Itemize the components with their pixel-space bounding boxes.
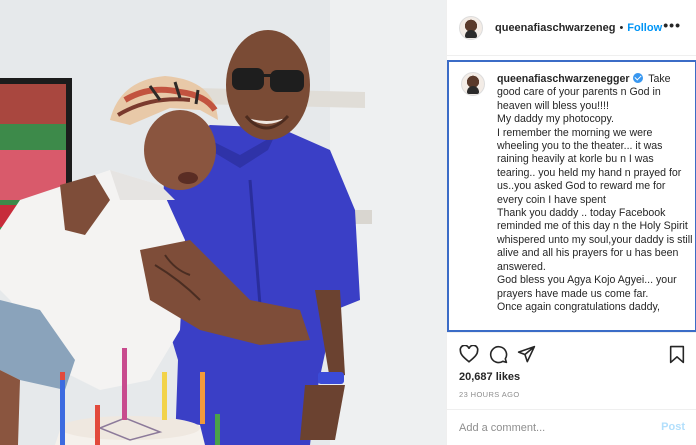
caption-line: I remember the morning we were wheeling … xyxy=(497,126,682,206)
caption-username[interactable]: queenafiaschwarzenegger xyxy=(497,73,629,85)
post-photo[interactable] xyxy=(0,0,446,445)
share-icon[interactable] xyxy=(517,345,536,364)
caption-text: queenafiaschwarzenegger Take good care o… xyxy=(497,73,693,314)
more-icon[interactable]: ••• xyxy=(663,18,681,32)
bookmark-icon[interactable] xyxy=(669,345,685,364)
likes-count[interactable]: 20,687 likes xyxy=(459,371,520,383)
comment-icon[interactable] xyxy=(489,345,508,364)
post-sidebar: queenafiaschwarzeneg • Follow ••• queena… xyxy=(446,0,696,445)
caption-line: God bless you Agya Kojo Agyei... your pr… xyxy=(497,274,677,300)
caption-line: Thank you daddy .. today Facebook remind… xyxy=(497,207,693,273)
post-actions: 20,687 likes 23 HOURS AGO Post xyxy=(447,332,696,445)
post-header: queenafiaschwarzeneg • Follow ••• xyxy=(447,0,696,56)
post-username[interactable]: queenafiaschwarzeneg xyxy=(495,22,615,34)
heart-icon[interactable] xyxy=(459,345,479,363)
comment-bar: Post xyxy=(447,409,696,445)
comment-input[interactable] xyxy=(459,419,639,437)
caption-line: My daddy my photocopy. xyxy=(497,113,614,126)
post-comment-button[interactable]: Post xyxy=(661,421,685,433)
verified-icon xyxy=(633,73,644,83)
separator-dot: • xyxy=(619,21,624,34)
follow-button[interactable]: Follow xyxy=(627,22,662,34)
caption-scroll-area[interactable]: queenafiaschwarzenegger Take good care o… xyxy=(447,60,696,332)
caption-avatar[interactable] xyxy=(461,72,485,96)
post-timestamp[interactable]: 23 HOURS AGO xyxy=(459,390,520,399)
action-icons xyxy=(459,345,685,365)
caption-line: Once again congratulations daddy, xyxy=(497,300,660,313)
avatar[interactable] xyxy=(459,15,483,40)
